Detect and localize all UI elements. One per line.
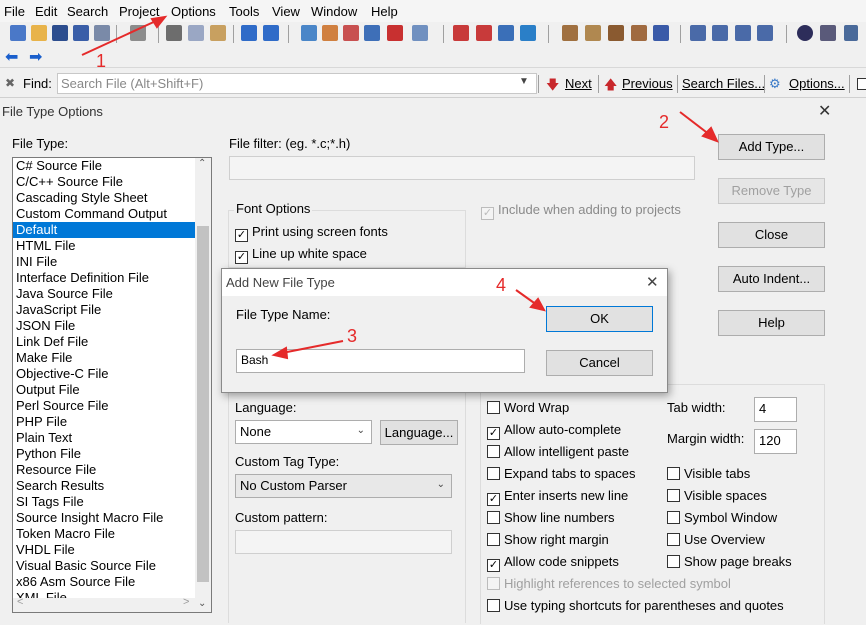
annotation-arrowhead xyxy=(271,346,289,360)
annotation-arrowhead xyxy=(529,297,546,312)
annotation-arrowhead xyxy=(150,15,168,29)
annotation-arrowhead xyxy=(701,126,719,143)
annotation-arrow-3 xyxy=(281,340,344,354)
annotation-step-1: 1 xyxy=(96,51,107,71)
annotation-step-3: 3 xyxy=(347,326,358,346)
annotation-arrow-1 xyxy=(81,19,159,56)
annotation-arrow-2 xyxy=(679,111,711,136)
annotation-arrows xyxy=(81,15,719,360)
annotation-step-4: 4 xyxy=(496,275,507,295)
annotation-step-2: 2 xyxy=(659,112,670,132)
